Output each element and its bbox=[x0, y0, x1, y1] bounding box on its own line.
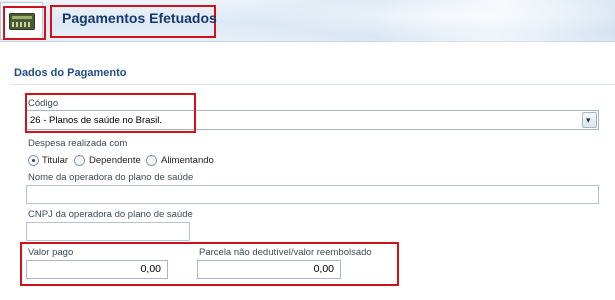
header-bar: Pagamentos Efetuados bbox=[0, 0, 615, 42]
section-divider bbox=[10, 84, 615, 85]
valor-pago-label: Valor pago bbox=[28, 247, 74, 258]
valor-pago-input[interactable]: 0,00 bbox=[26, 260, 168, 279]
codigo-label: Código bbox=[28, 98, 59, 109]
despesa-label: Despesa realizada com bbox=[28, 138, 128, 149]
radio-dependente-label: Dependente bbox=[89, 155, 141, 166]
radio-titular[interactable] bbox=[28, 155, 39, 166]
parcela-input[interactable]: 0,00 bbox=[197, 260, 341, 279]
radio-alimentando[interactable] bbox=[146, 155, 157, 166]
page-title: Pagamentos Efetuados bbox=[62, 10, 217, 26]
operadora-cnpj-input[interactable] bbox=[26, 222, 190, 241]
operadora-nome-label: Nome da operadora do plano de saúde bbox=[28, 172, 194, 183]
codigo-dropdown-button[interactable]: ▾ bbox=[582, 112, 597, 128]
radio-titular-label: Titular bbox=[42, 155, 69, 166]
codigo-select[interactable]: 26 - Planos de saúde no Brasil. ▾ bbox=[26, 110, 599, 130]
section-title: Dados do Pagamento bbox=[14, 67, 127, 79]
chevron-down-icon: ▾ bbox=[586, 115, 591, 125]
radio-dependente[interactable] bbox=[74, 155, 85, 166]
operadora-nome-input[interactable] bbox=[26, 185, 599, 204]
header-decoration bbox=[220, 0, 615, 42]
codigo-select-value: 26 - Planos de saúde no Brasil. bbox=[30, 115, 163, 126]
credit-card-icon bbox=[9, 13, 35, 30]
header-icon-box bbox=[0, 2, 43, 40]
operadora-cnpj-label: CNPJ da operadora do plano de saúde bbox=[28, 209, 193, 220]
parcela-label: Parcela não dedutível/valor reembolsado bbox=[199, 247, 372, 258]
radio-alimentando-label: Alimentando bbox=[161, 155, 214, 166]
